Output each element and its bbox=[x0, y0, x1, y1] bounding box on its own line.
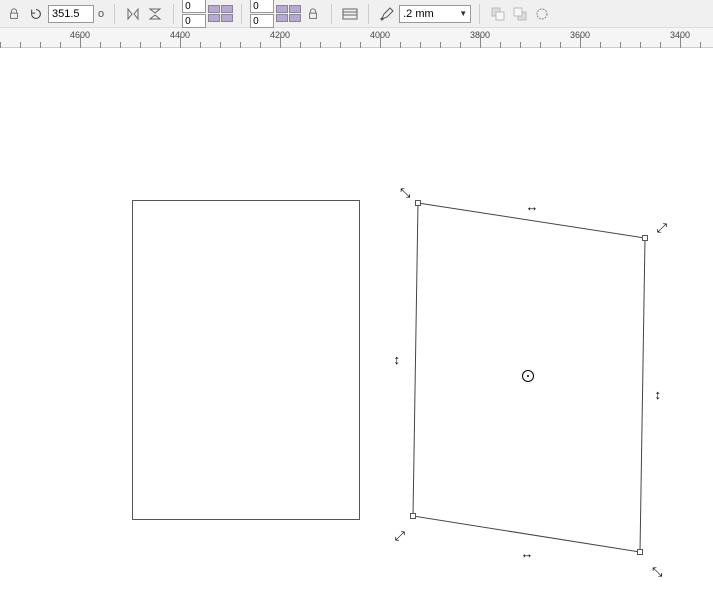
rotate-handle[interactable]: ⤡ bbox=[652, 564, 662, 580]
rotate-handle[interactable]: ⤡ bbox=[395, 528, 405, 544]
separator bbox=[241, 4, 242, 24]
convert-to-curves-button[interactable] bbox=[532, 4, 552, 24]
rotation-center-marker[interactable] bbox=[522, 370, 534, 382]
ruler-tick bbox=[380, 34, 381, 48]
nudge-cell[interactable] bbox=[289, 14, 301, 22]
nudge-cell[interactable] bbox=[276, 5, 288, 13]
mirror-horizontal-button[interactable] bbox=[123, 4, 143, 24]
separator bbox=[114, 4, 115, 24]
nudge-cell[interactable] bbox=[221, 14, 233, 22]
offset-a-top-input[interactable] bbox=[182, 0, 206, 13]
outline-group: .2 mm ▼ bbox=[377, 4, 471, 24]
nudge-cell[interactable] bbox=[289, 5, 301, 13]
to-front-button[interactable] bbox=[488, 4, 508, 24]
offset-a-group bbox=[182, 0, 233, 28]
skew-handle[interactable]: ↔ bbox=[521, 546, 531, 561]
ruler-tick bbox=[680, 34, 681, 48]
ruler-tick bbox=[180, 34, 181, 48]
separator bbox=[173, 4, 174, 24]
separator bbox=[368, 4, 369, 24]
rotation-angle-input[interactable] bbox=[48, 5, 94, 23]
lock-icon[interactable] bbox=[303, 4, 323, 24]
chevron-down-icon: ▼ bbox=[459, 9, 467, 18]
skew-handle[interactable]: ↔ bbox=[526, 199, 536, 214]
nudge-cell[interactable] bbox=[208, 14, 220, 22]
degree-label: o bbox=[96, 8, 106, 20]
offset-b-bottom-input[interactable] bbox=[250, 14, 274, 28]
ruler-tick bbox=[280, 34, 281, 48]
nudge-buttons-b bbox=[276, 5, 301, 22]
nudge-buttons-a bbox=[208, 5, 233, 22]
property-bar: o bbox=[0, 0, 713, 28]
node-handle[interactable] bbox=[637, 549, 643, 555]
offset-b-top-input[interactable] bbox=[250, 0, 274, 13]
rotation-group: o bbox=[4, 4, 106, 24]
nudge-cell[interactable] bbox=[276, 14, 288, 22]
nudge-cell[interactable] bbox=[208, 5, 220, 13]
outline-pen-icon bbox=[377, 4, 397, 24]
outline-width-value: .2 mm bbox=[403, 8, 434, 20]
rotate-icon bbox=[26, 4, 46, 24]
offset-a-bottom-input[interactable] bbox=[182, 14, 206, 28]
ruler-tick bbox=[480, 34, 481, 48]
lock-icon[interactable] bbox=[4, 4, 24, 24]
nudge-cell[interactable] bbox=[221, 5, 233, 13]
ruler-tick bbox=[80, 34, 81, 48]
node-handle[interactable] bbox=[415, 200, 421, 206]
separator bbox=[479, 4, 480, 24]
mirror-vertical-button[interactable] bbox=[145, 4, 165, 24]
skew-handle[interactable]: ↕ bbox=[394, 352, 398, 367]
offset-b-group bbox=[250, 0, 323, 28]
rotate-handle[interactable]: ⤡ bbox=[400, 185, 410, 201]
outline-width-dropdown[interactable]: .2 mm ▼ bbox=[399, 5, 471, 23]
rotate-handle[interactable]: ⤡ bbox=[657, 220, 667, 236]
ruler-tick bbox=[580, 34, 581, 48]
separator bbox=[331, 4, 332, 24]
node-handle[interactable] bbox=[410, 513, 416, 519]
mirror-group bbox=[123, 4, 165, 24]
rectangle-object[interactable] bbox=[132, 200, 360, 520]
to-back-button[interactable] bbox=[510, 4, 530, 24]
drawing-canvas[interactable]: ⤡ ⤡ ⤡ ⤡ ↔ ↕ ↔ ↕ bbox=[0, 48, 713, 591]
arrange-group bbox=[488, 4, 552, 24]
node-handle[interactable] bbox=[642, 235, 648, 241]
wrap-text-button[interactable] bbox=[340, 4, 360, 24]
horizontal-ruler: 48004600440042004000380036003400 bbox=[0, 28, 713, 48]
skew-handle[interactable]: ↕ bbox=[655, 387, 659, 402]
